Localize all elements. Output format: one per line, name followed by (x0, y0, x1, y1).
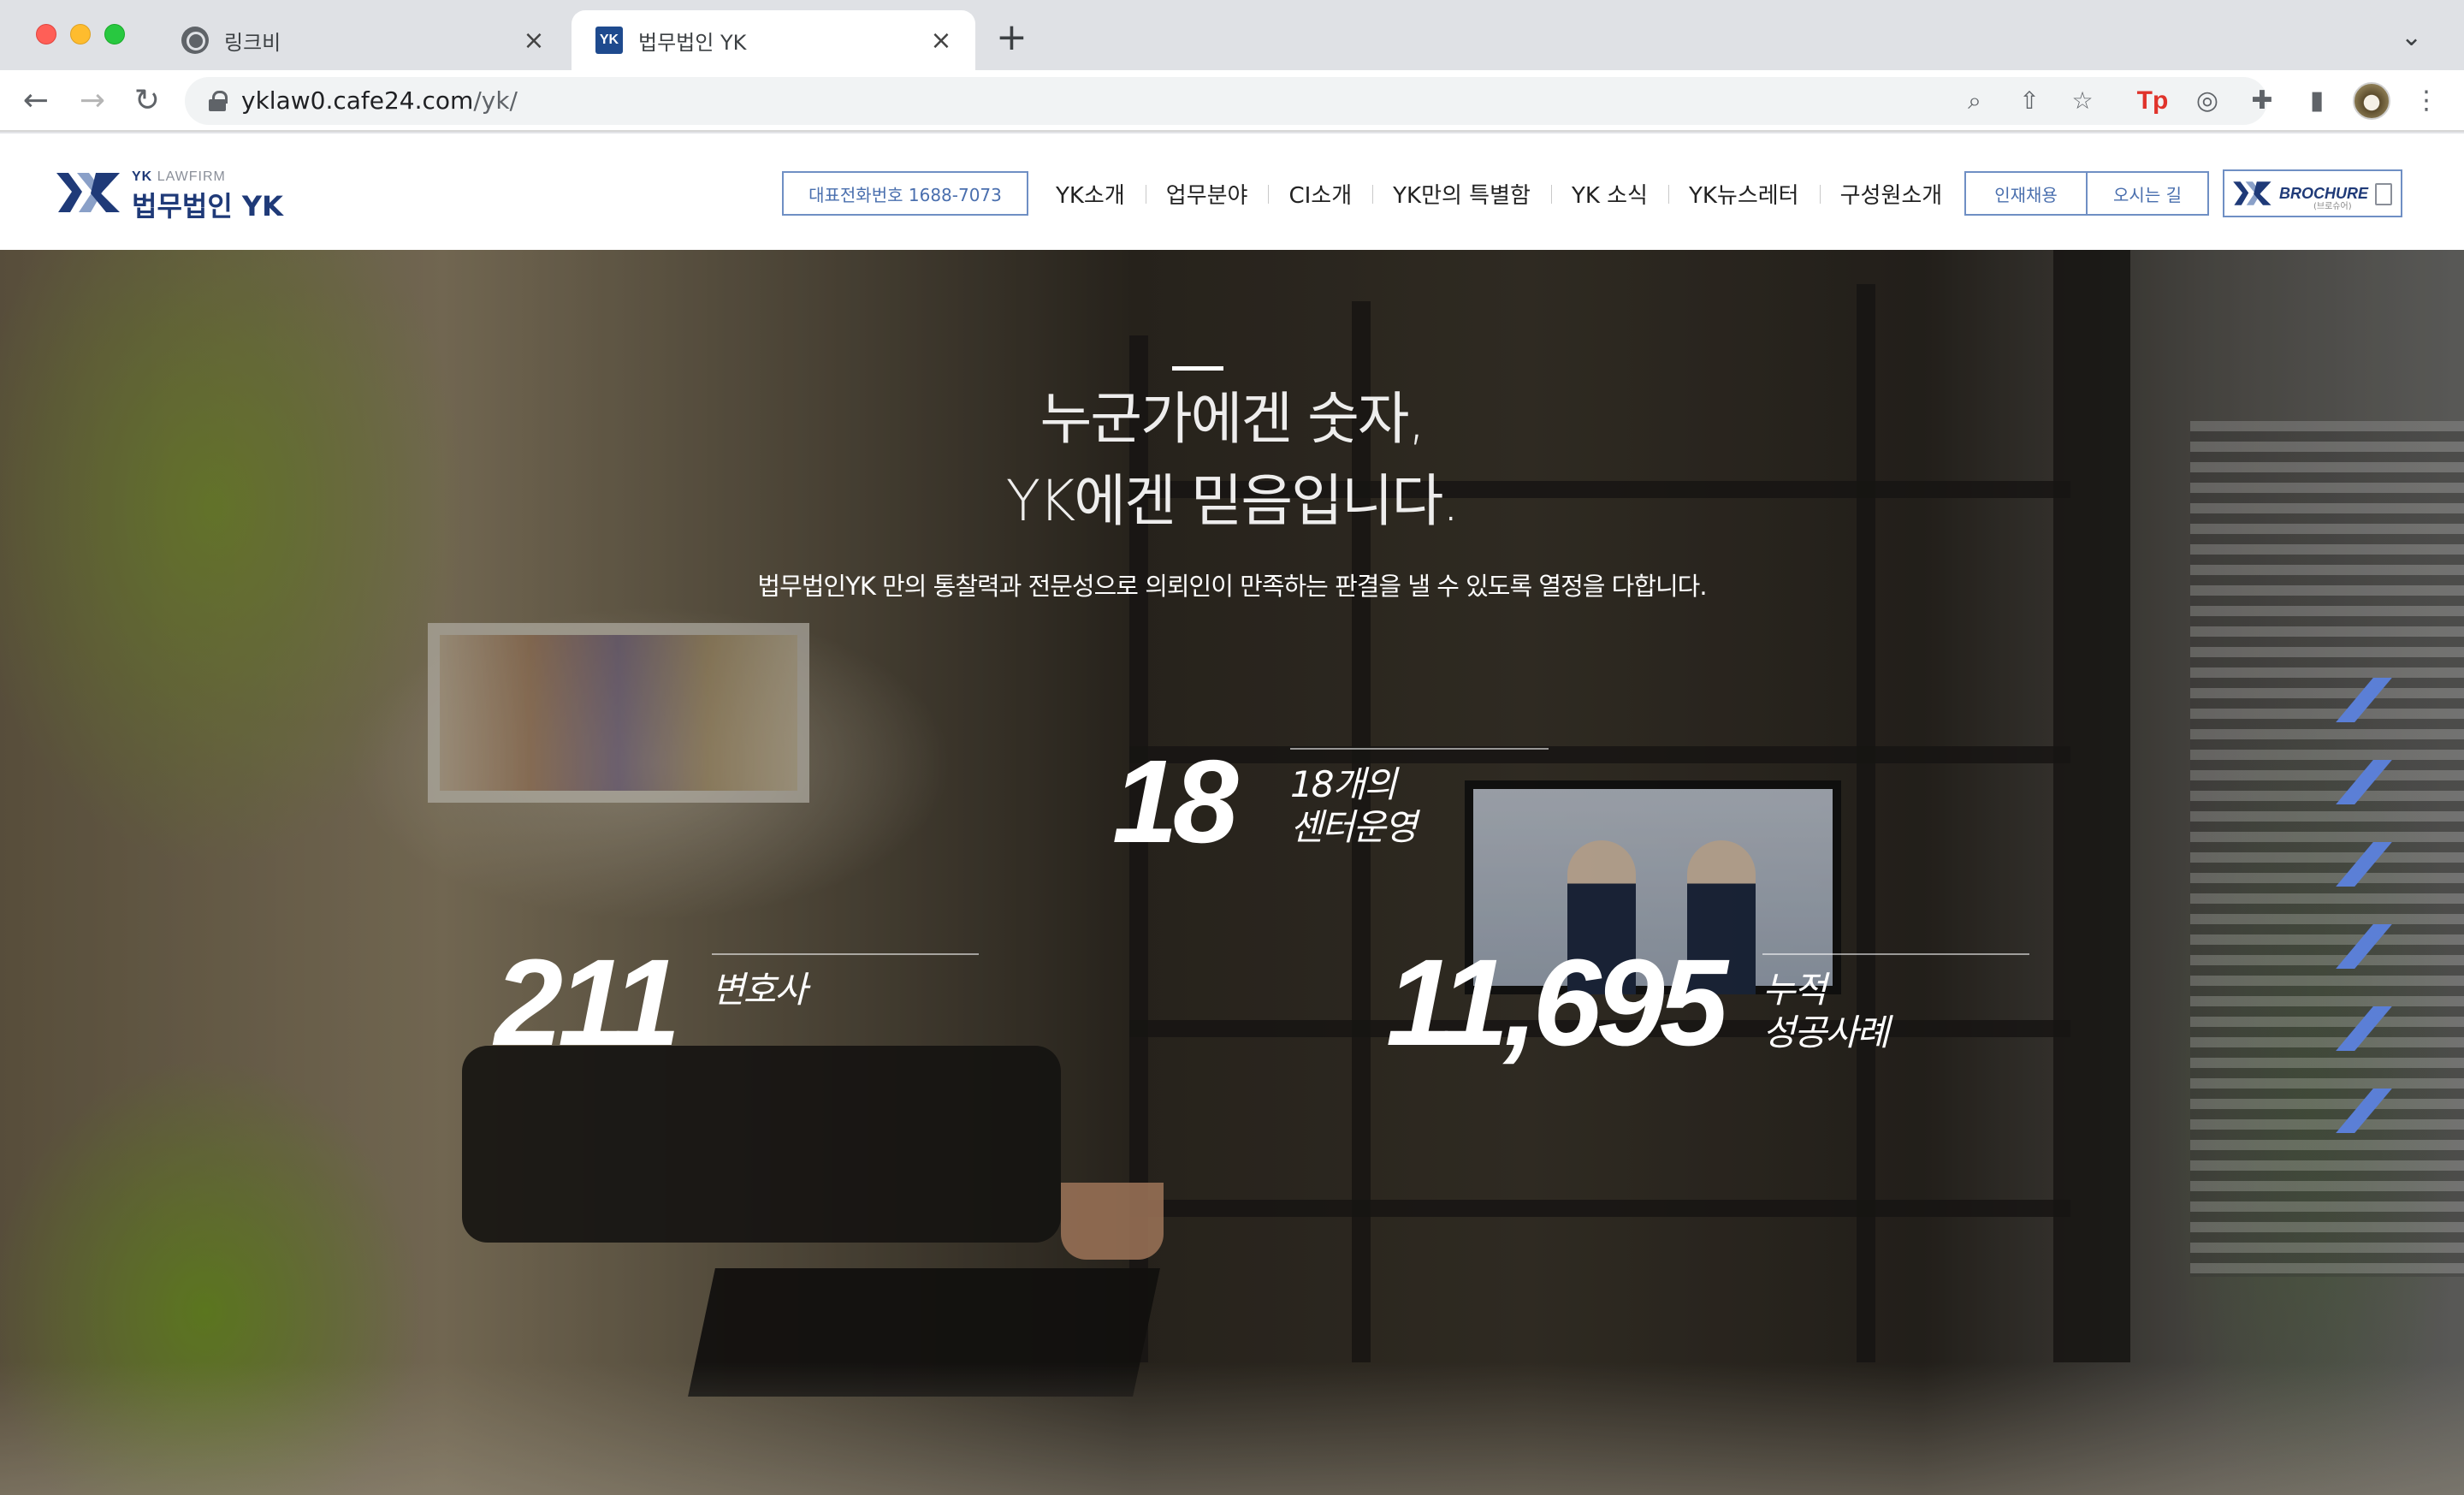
stat-value: 11,695 (1386, 934, 1728, 1071)
nav-item-ci[interactable]: CI소개 (1268, 178, 1372, 210)
bookmark-star-icon[interactable]: ☆ (2067, 86, 2098, 116)
browser-tab-bar: 링크비 × YK 법무법인 YK × + ⌄ (0, 0, 2464, 70)
stat-divider (1290, 748, 1549, 750)
document-download-icon (2375, 183, 2392, 205)
stat-label: 변호사 (712, 969, 808, 1011)
url-text[interactable]: yklaw0.cafe24.com/yk/ (241, 86, 518, 115)
hero-title-line-1: 누군가에겐 숫자, (1040, 386, 1426, 452)
window-close-button[interactable] (36, 24, 56, 44)
web-page: YK LAWFIRM 법무법인 YK 대표전화번호 1688-7073 YK소개… (0, 133, 2464, 1495)
globe-icon (181, 27, 209, 54)
tab-title: 법무법인 YK (638, 30, 747, 55)
logo-subtitle: YK LAWFIRM (132, 169, 226, 184)
lock-icon[interactable] (209, 91, 228, 111)
logo-title: 법무법인 YK (132, 190, 283, 222)
brochure-button[interactable]: BROCHURE (브로슈어) (2223, 169, 2402, 217)
title-accent-bar (1172, 366, 1223, 371)
window-minimize-button[interactable] (70, 24, 91, 44)
extensions-puzzle-icon[interactable]: ✚ (2245, 84, 2279, 118)
stat-value: 18 (1112, 736, 1238, 868)
stat-label: 누적 성공사례 (1762, 969, 1890, 1053)
profile-avatar[interactable] (2353, 82, 2390, 120)
hero-title: 누군가에겐 숫자, YK에겐 믿음입니다. (0, 378, 2464, 543)
nav-item-members[interactable]: 구성원소개 (1819, 178, 1964, 210)
share-icon[interactable]: ⇧ (2014, 86, 2045, 116)
browser-tab-yk[interactable]: YK 법무법인 YK × (572, 10, 975, 70)
address-bar[interactable]: yklaw0.cafe24.com/yk/ ⌕ ⇧ ☆ (185, 77, 2267, 125)
back-arrow-icon[interactable]: ← (17, 82, 55, 120)
reload-icon[interactable]: ↻ (128, 82, 166, 120)
hero-subtitle: 법무법인YK 만의 통찰력과 전문성으로 의뢰인이 만족하는 판결을 낼 수 있… (757, 572, 1707, 601)
stat-divider (712, 953, 979, 955)
nav-item-about[interactable]: YK소개 (1035, 178, 1146, 210)
address-toolbar: ← → ↻ yklaw0.cafe24.com/yk/ ⌕ ⇧ ☆ Tp ◎ ✚… (0, 70, 2464, 132)
nav-item-practice-areas[interactable]: 업무분야 (1145, 178, 1269, 210)
window-zoom-button[interactable] (104, 24, 125, 44)
stat-centers: 18 (1112, 736, 1238, 868)
nav-item-newsletter[interactable]: YK뉴스레터 (1667, 178, 1820, 210)
close-icon[interactable]: × (520, 26, 548, 56)
yk-favicon-icon: YK (595, 27, 623, 54)
main-navigation: YK소개 업무분야 CI소개 YK만의 특별함 YK 소식 YK뉴스레터 구성원… (1035, 171, 1963, 216)
site-header: YK LAWFIRM 법무법인 YK 대표전화번호 1688-7073 YK소개… (0, 133, 2464, 250)
panda-extension-icon[interactable]: ◎ (2190, 84, 2224, 118)
utility-links: 인재채용 오시는 길 (1964, 171, 2209, 216)
site-logo[interactable]: YK LAWFIRM 법무법인 YK (56, 169, 305, 222)
brochure-sublabel: (브로슈어) (2313, 202, 2352, 211)
phone-number-button[interactable]: 대표전화번호 1688-7073 (782, 171, 1028, 216)
zoom-icon[interactable]: ⌕ (1959, 86, 1990, 116)
stat-success-cases: 11,695 (1386, 934, 1728, 1071)
side-panel-icon[interactable]: ▮ (2300, 84, 2334, 118)
nav-item-news[interactable]: YK 소식 (1550, 178, 1668, 210)
forward-arrow-icon[interactable]: → (74, 82, 111, 120)
close-icon[interactable]: × (927, 26, 955, 56)
new-tab-button[interactable]: + (996, 19, 1028, 56)
hero-section: 누군가에겐 숫자, YK에겐 믿음입니다. 법무법인YK 만의 통찰력과 전문성… (0, 250, 2464, 1495)
stat-label: 18개의 센터운영 (1290, 763, 1418, 848)
tp-extension-icon[interactable]: Tp (2135, 84, 2170, 118)
yk-logo-icon (2233, 181, 2272, 205)
tab-search-chevron-icon[interactable]: ⌄ (2401, 22, 2422, 52)
stat-value: 211 (495, 934, 681, 1071)
directions-button[interactable]: 오시는 길 (2086, 173, 2207, 214)
more-menu-icon[interactable]: ⋮ (2409, 84, 2443, 118)
recruit-button[interactable]: 인재채용 (1966, 173, 2086, 214)
hero-title-line-2: YK에겐 믿음입니다. (1005, 468, 1460, 534)
tab-title: 링크비 (224, 30, 281, 55)
yk-logo-icon (56, 173, 120, 212)
browser-tab-linkbee[interactable]: 링크비 × (157, 10, 568, 70)
stat-lawyers: 211 (495, 934, 681, 1071)
stat-divider (1762, 953, 2029, 955)
nav-item-specialty[interactable]: YK만의 특별함 (1372, 178, 1551, 210)
